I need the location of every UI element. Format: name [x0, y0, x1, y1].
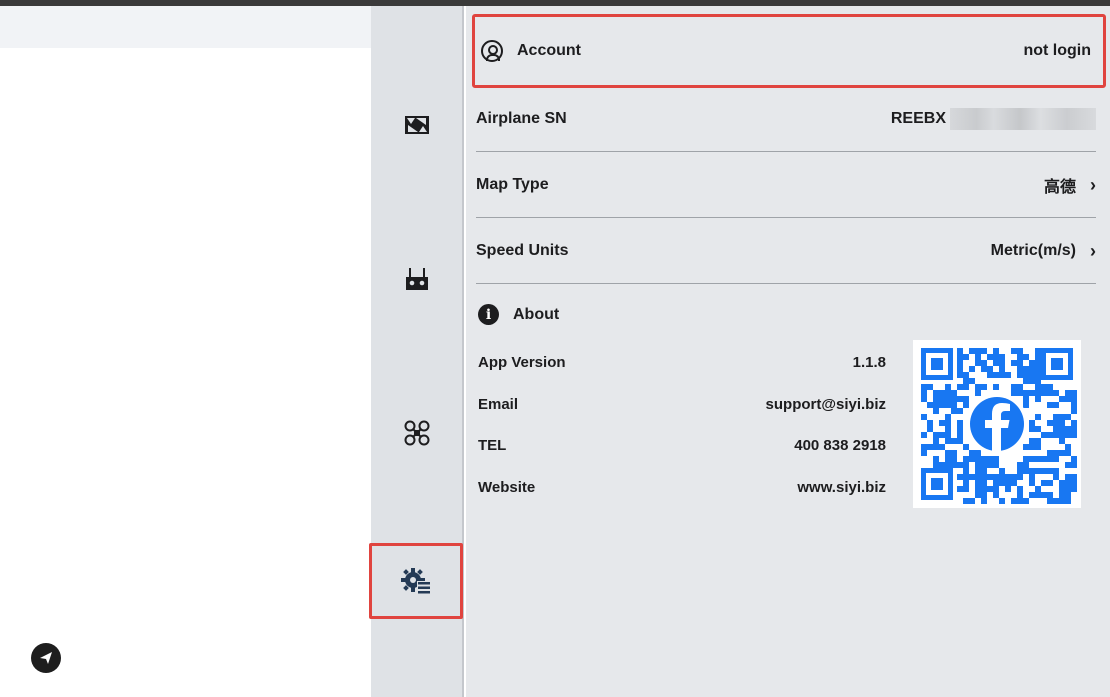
info-icon: i [478, 304, 499, 325]
send-location-button[interactable] [31, 643, 61, 673]
remote-controller-icon [405, 268, 428, 290]
facebook-qr-code [913, 340, 1081, 508]
redacted-serial-blur [950, 108, 1096, 130]
speed-units-row[interactable]: Speed Units Metric(m/s) › [476, 218, 1104, 284]
app-version-value: 1.1.8 [852, 353, 886, 371]
chevron-right-icon: › [1090, 240, 1096, 261]
settings-category-rail [369, 6, 464, 697]
qr-code-icon [913, 340, 1081, 508]
website-value[interactable]: www.siyi.biz [797, 479, 886, 496]
website-label: Website [478, 478, 536, 496]
airplane-sn-row: Airplane SN REEBX [476, 86, 1104, 152]
website-row: Website www.siyi.biz [478, 476, 886, 498]
rail-item-remote-controller[interactable] [371, 244, 462, 314]
chevron-right-icon: › [1090, 174, 1096, 195]
rail-item-general-settings[interactable] [369, 543, 463, 619]
camera-icon [404, 116, 429, 134]
airplane-sn-value: REEBX [890, 110, 946, 127]
speed-units-label: Speed Units [476, 242, 569, 259]
map-pane [0, 6, 371, 697]
rail-item-camera[interactable] [371, 90, 462, 160]
divider [476, 283, 1096, 284]
map-type-label: Map Type [476, 176, 549, 193]
app-version-label: App Version [478, 353, 566, 371]
send-arrow-icon [40, 652, 52, 664]
tel-row: TEL 400 838 2918 [478, 434, 886, 456]
airplane-sn-label: Airplane SN [476, 110, 567, 127]
about-title: About [513, 305, 560, 323]
drone-icon [404, 420, 429, 446]
app-version-row: App Version 1.1.8 [478, 351, 886, 373]
map-type-value: 高德 [1043, 179, 1076, 196]
email-label: Email [478, 395, 519, 413]
account-status: not login [1023, 42, 1091, 59]
about-section-header: i About [478, 304, 559, 325]
user-circle-icon [481, 40, 503, 62]
settings-panel: Account not login Airplane SN REEBX Map … [466, 6, 1110, 697]
settings-gear-icon [401, 568, 430, 594]
email-value[interactable]: support@siyi.biz [766, 396, 886, 413]
left-pane-header-strip [0, 6, 371, 48]
account-label: Account [517, 42, 581, 59]
tel-label: TEL [478, 436, 507, 454]
rail-item-drone[interactable] [371, 398, 462, 468]
tel-value[interactable]: 400 838 2918 [794, 437, 886, 454]
account-row[interactable]: Account not login [472, 14, 1106, 88]
map-type-row[interactable]: Map Type 高德 › [476, 152, 1104, 218]
speed-units-value: Metric(m/s) [990, 242, 1076, 259]
email-row: Email support@siyi.biz [478, 393, 886, 415]
